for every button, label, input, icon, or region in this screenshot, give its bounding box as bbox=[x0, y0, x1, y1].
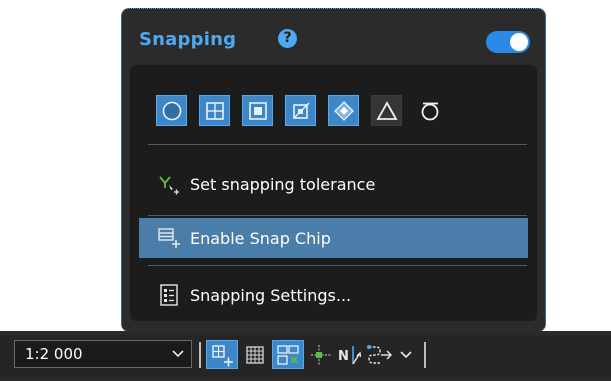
popup-title: Snapping bbox=[139, 29, 237, 50]
end-snap-button[interactable] bbox=[285, 95, 316, 126]
set-snapping-tolerance-item[interactable]: Set snapping tolerance bbox=[139, 164, 528, 204]
help-icon[interactable]: ? bbox=[278, 29, 297, 48]
snapping-button[interactable] bbox=[206, 340, 238, 369]
grid-icon bbox=[246, 345, 264, 364]
vertex-snap-button[interactable] bbox=[199, 95, 230, 126]
snapping-toggle[interactable] bbox=[486, 31, 530, 53]
tolerance-label: Set snapping tolerance bbox=[190, 174, 376, 194]
chevron-down-icon bbox=[169, 350, 187, 358]
snap-chip-icon bbox=[154, 226, 184, 250]
svg-text:N: N bbox=[338, 349, 349, 364]
north-arrow-button[interactable]: N bbox=[336, 340, 364, 369]
settings-list-icon bbox=[154, 283, 184, 307]
map-scale-dropdown[interactable]: 1:2 000 bbox=[14, 340, 192, 368]
tangent-snap-button[interactable] bbox=[414, 95, 445, 126]
more-dropdown-icon bbox=[400, 350, 412, 358]
auto-trace-icon bbox=[367, 344, 392, 364]
snap-chip-label: Enable Snap Chip bbox=[190, 228, 331, 248]
enable-snap-chip-item[interactable]: Enable Snap Chip bbox=[139, 218, 528, 258]
edge-snap-icon bbox=[248, 101, 267, 120]
auto-trace-button[interactable] bbox=[365, 340, 395, 369]
point-snap-button[interactable] bbox=[156, 95, 187, 126]
toggle-knob bbox=[510, 33, 528, 51]
intersection-snap-button[interactable] bbox=[328, 95, 359, 126]
north-arrow-icon: N bbox=[338, 345, 362, 364]
toolbar-separator bbox=[424, 342, 426, 368]
popup-header: Snapping ? bbox=[122, 9, 545, 65]
correction-button[interactable] bbox=[272, 340, 304, 369]
snapping-settings-item[interactable]: Snapping Settings... bbox=[139, 275, 528, 315]
vertex-snap-icon bbox=[205, 101, 224, 120]
toolbar-separator bbox=[199, 342, 201, 368]
constraints-icon bbox=[311, 344, 331, 365]
separator bbox=[148, 215, 527, 216]
tolerance-icon bbox=[154, 172, 184, 196]
page: Snapping ? Set snapping tolerance Enable… bbox=[0, 0, 611, 381]
correction-icon bbox=[277, 344, 299, 365]
separator bbox=[148, 265, 527, 266]
snapping-popup: Snapping ? Set snapping tolerance Enable… bbox=[121, 8, 546, 332]
popup-body: Set snapping tolerance Enable Snap Chip bbox=[130, 65, 537, 321]
bottom-toolbar: 1:2 000 N bbox=[0, 331, 611, 381]
point-snap-icon bbox=[162, 101, 181, 120]
constraints-button[interactable] bbox=[308, 340, 334, 369]
snapping-icon bbox=[212, 344, 233, 366]
settings-label: Snapping Settings... bbox=[190, 285, 352, 305]
scale-value: 1:2 000 bbox=[25, 345, 83, 363]
end-snap-icon bbox=[292, 102, 309, 119]
snap-type-row bbox=[156, 95, 445, 126]
midpoint-snap-icon bbox=[375, 100, 398, 120]
more-tools-dropdown[interactable] bbox=[396, 340, 416, 369]
intersection-snap-icon bbox=[333, 100, 354, 121]
edge-snap-button[interactable] bbox=[242, 95, 273, 126]
midpoint-snap-button[interactable] bbox=[371, 95, 402, 126]
separator bbox=[148, 144, 527, 145]
grid-button[interactable] bbox=[242, 340, 268, 369]
tangent-snap-icon bbox=[421, 102, 438, 120]
